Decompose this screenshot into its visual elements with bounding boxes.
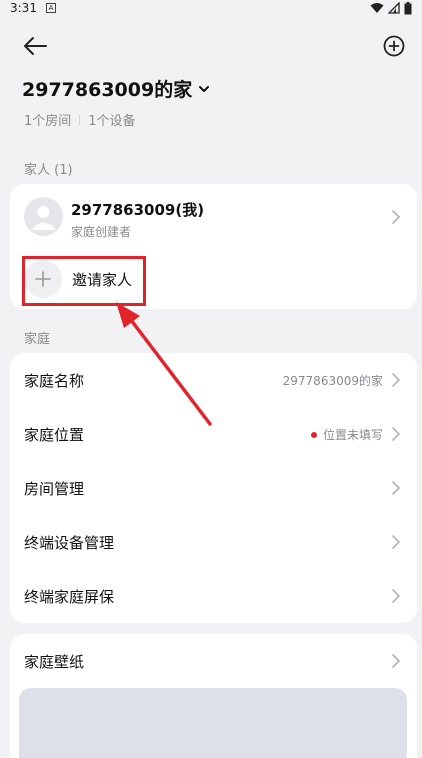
- family-section-label: 家人 (1): [24, 163, 73, 178]
- room-count: 1个房间: [24, 114, 72, 129]
- setting-label: 家庭位置: [24, 426, 85, 444]
- home-location-value: 位置未填写: [322, 428, 383, 442]
- wallpaper-preview[interactable]: [19, 688, 407, 758]
- setting-value: 2977863009的家: [283, 372, 383, 389]
- member-row[interactable]: 2977863009(我) 家庭创建者: [10, 184, 417, 250]
- setting-row-room-management[interactable]: 房间管理: [10, 461, 417, 515]
- invite-plus-circle: [24, 260, 62, 298]
- home-settings-card: 家庭名称 2977863009的家 家庭位置 位置未填写 房间管理 终端设备管理…: [10, 353, 417, 623]
- warning-dot-icon: [310, 431, 317, 438]
- add-button[interactable]: [382, 34, 406, 58]
- chevron-right-icon: [392, 589, 400, 603]
- setting-row-home-location[interactable]: 家庭位置 位置未填写: [10, 407, 417, 461]
- home-title: 2977863009的家: [22, 78, 193, 101]
- notification-icon: A: [46, 3, 56, 13]
- home-section-label: 家庭: [24, 332, 51, 347]
- plus-circle-icon: [383, 35, 405, 57]
- invite-family-button[interactable]: 邀请家人: [10, 254, 417, 304]
- chevron-right-icon: [392, 373, 400, 387]
- battery-icon: [404, 2, 412, 15]
- setting-row-wallpaper[interactable]: 家庭壁纸: [10, 634, 417, 688]
- status-bar: 3:31 A: [0, 0, 422, 18]
- device-count: 1个设备: [88, 114, 136, 129]
- meta-divider: [79, 114, 81, 125]
- back-arrow-icon: [24, 37, 47, 55]
- wifi-icon: [370, 3, 384, 13]
- setting-label: 家庭壁纸: [24, 653, 85, 671]
- back-button[interactable]: [22, 35, 48, 57]
- setting-row-home-name[interactable]: 家庭名称 2977863009的家: [10, 353, 417, 407]
- status-time: 3:31: [10, 1, 37, 15]
- chevron-right-icon: [392, 654, 400, 668]
- setting-label: 家庭名称: [24, 372, 85, 390]
- invite-family-label: 邀请家人: [72, 271, 133, 289]
- home-title-dropdown[interactable]: 2977863009的家: [22, 74, 210, 102]
- setting-row-screensaver[interactable]: 终端家庭屏保: [10, 569, 417, 623]
- chevron-right-icon: [392, 481, 400, 495]
- plus-icon: [35, 271, 51, 287]
- member-name: 2977863009(我): [71, 201, 205, 219]
- family-card: 2977863009(我) 家庭创建者 邀请家人: [10, 184, 417, 309]
- signal-icon: [388, 2, 400, 14]
- setting-label: 终端设备管理: [24, 534, 115, 552]
- wallpaper-card: 家庭壁纸: [10, 634, 417, 758]
- setting-label: 房间管理: [24, 480, 85, 498]
- chevron-right-icon: [392, 427, 400, 441]
- setting-value: 位置未填写: [310, 426, 383, 443]
- chevron-down-icon: [199, 86, 210, 92]
- user-avatar-icon: [31, 206, 56, 230]
- home-name-value: 2977863009的家: [282, 374, 383, 388]
- status-icons: [370, 2, 412, 15]
- avatar: [24, 197, 63, 236]
- setting-label: 终端家庭屏保: [24, 588, 115, 606]
- chevron-right-icon: [392, 210, 400, 224]
- setting-row-device-management[interactable]: 终端设备管理: [10, 515, 417, 569]
- chevron-right-icon: [392, 535, 400, 549]
- member-role: 家庭创建者: [71, 225, 132, 239]
- home-meta: 1个房间 1个设备: [24, 110, 136, 129]
